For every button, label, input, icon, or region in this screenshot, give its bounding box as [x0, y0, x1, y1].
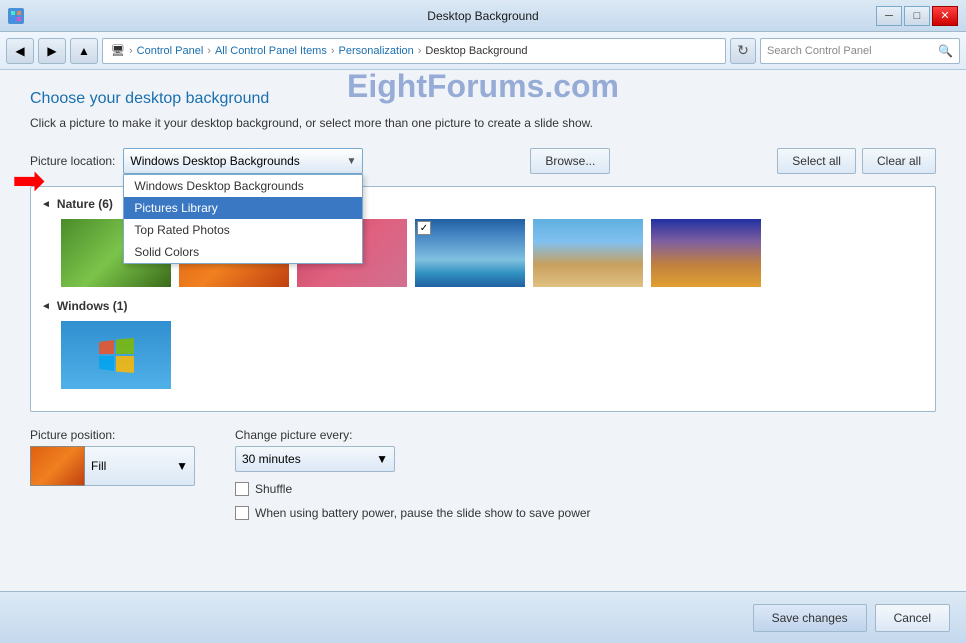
- position-thumbnail: [30, 446, 85, 486]
- change-picture-section: Change picture every: 30 minutes ▼ Shuff…: [235, 428, 591, 520]
- select-all-button[interactable]: Select all: [777, 148, 856, 174]
- picture-location-dropdown[interactable]: Windows Desktop Backgrounds ▼: [123, 148, 363, 174]
- shuffle-row: Shuffle: [235, 482, 591, 496]
- window-icon: [8, 8, 24, 24]
- battery-label: When using battery power, pause the slid…: [255, 506, 591, 520]
- position-section: Picture position: Fill ▼: [30, 428, 195, 486]
- nature-group-arrow: ◄: [41, 199, 51, 210]
- dropdown-arrow-icon: ▼: [346, 156, 356, 167]
- position-preview: Fill ▼: [30, 446, 195, 486]
- windows-group-label: Windows (1): [57, 299, 128, 313]
- page-subtitle: Click a picture to make it your desktop …: [30, 116, 936, 130]
- title-bar: Desktop Background ─ □ ✕: [0, 0, 966, 32]
- windows-group-arrow: ◄: [41, 301, 51, 312]
- position-dropdown[interactable]: Fill ▼: [85, 446, 195, 486]
- picture-location-label: Picture location:: [30, 154, 115, 168]
- cancel-button[interactable]: Cancel: [875, 604, 950, 632]
- clear-all-button[interactable]: Clear all: [862, 148, 936, 174]
- battery-row: When using battery power, pause the slid…: [235, 506, 591, 520]
- nature-image-5[interactable]: [533, 219, 643, 287]
- dropdown-item-windows-desktop[interactable]: Windows Desktop Backgrounds: [124, 175, 362, 197]
- position-dropdown-arrow: ▼: [176, 459, 188, 473]
- back-button[interactable]: ◀: [6, 38, 34, 64]
- change-picture-value: 30 minutes: [242, 452, 301, 466]
- search-icon: 🔍: [938, 44, 953, 58]
- search-placeholder: Search Control Panel: [767, 45, 872, 57]
- main-content: Choose your desktop background Click a p…: [0, 70, 966, 591]
- position-label: Picture position:: [30, 428, 195, 442]
- minimize-button[interactable]: ─: [876, 6, 902, 26]
- breadcrumb: 🖥 › Control Panel › All Control Panel It…: [102, 38, 726, 64]
- windows-image-1[interactable]: ✓: [61, 321, 171, 389]
- change-picture-dropdown[interactable]: 30 minutes ▼: [235, 446, 395, 472]
- picture-location-dropdown-container: Windows Desktop Backgrounds ▼ Windows De…: [123, 148, 363, 174]
- window-controls: ─ □ ✕: [876, 6, 958, 26]
- position-value: Fill: [91, 459, 106, 473]
- nature-image-4[interactable]: ✓: [415, 219, 525, 287]
- breadcrumb-icon: 🖥: [111, 44, 125, 57]
- battery-checkbox[interactable]: [235, 506, 249, 520]
- refresh-button[interactable]: ↻: [730, 38, 756, 64]
- nature-group-label: Nature (6): [57, 197, 113, 211]
- address-bar: ◀ ▶ ▲ 🖥 › Control Panel › All Control Pa…: [0, 32, 966, 70]
- breadcrumb-control-panel[interactable]: Control Panel: [137, 45, 204, 57]
- bottom-controls: Picture position: Fill ▼ Change picture …: [30, 428, 936, 520]
- nature-image-6[interactable]: [651, 219, 761, 287]
- up-button[interactable]: ▲: [70, 38, 98, 64]
- window-title: Desktop Background: [427, 9, 538, 23]
- breadcrumb-personalization[interactable]: Personalization: [339, 45, 414, 57]
- picture-location-row: Picture location: Windows Desktop Backgr…: [30, 148, 936, 174]
- save-changes-button[interactable]: Save changes: [753, 604, 867, 632]
- shuffle-label: Shuffle: [255, 482, 292, 496]
- maximize-button[interactable]: □: [904, 6, 930, 26]
- page-title: Choose your desktop background: [30, 90, 936, 108]
- windows-image-grid: ✓: [61, 321, 925, 389]
- change-picture-label: Change picture every:: [235, 428, 591, 442]
- picture-location-value: Windows Desktop Backgrounds: [130, 154, 299, 168]
- dropdown-item-pictures-library[interactable]: Pictures Library: [124, 197, 362, 219]
- close-button[interactable]: ✕: [932, 6, 958, 26]
- search-box[interactable]: Search Control Panel 🔍: [760, 38, 960, 64]
- breadcrumb-current: Desktop Background: [425, 45, 527, 57]
- shuffle-checkbox[interactable]: [235, 482, 249, 496]
- nature-image-4-check: ✓: [417, 221, 431, 235]
- browse-button[interactable]: Browse...: [530, 148, 610, 174]
- change-dropdown-arrow: ▼: [376, 452, 388, 466]
- dropdown-item-solid-colors[interactable]: Solid Colors: [124, 241, 362, 263]
- dropdown-item-top-rated[interactable]: Top Rated Photos: [124, 219, 362, 241]
- right-buttons: Select all Clear all: [777, 148, 936, 174]
- breadcrumb-all-items[interactable]: All Control Panel Items: [215, 45, 327, 57]
- windows-group-header[interactable]: ◄ Windows (1): [41, 299, 925, 313]
- footer: Save changes Cancel: [0, 591, 966, 643]
- picture-location-menu: Windows Desktop Backgrounds Pictures Lib…: [123, 174, 363, 264]
- forward-button[interactable]: ▶: [38, 38, 66, 64]
